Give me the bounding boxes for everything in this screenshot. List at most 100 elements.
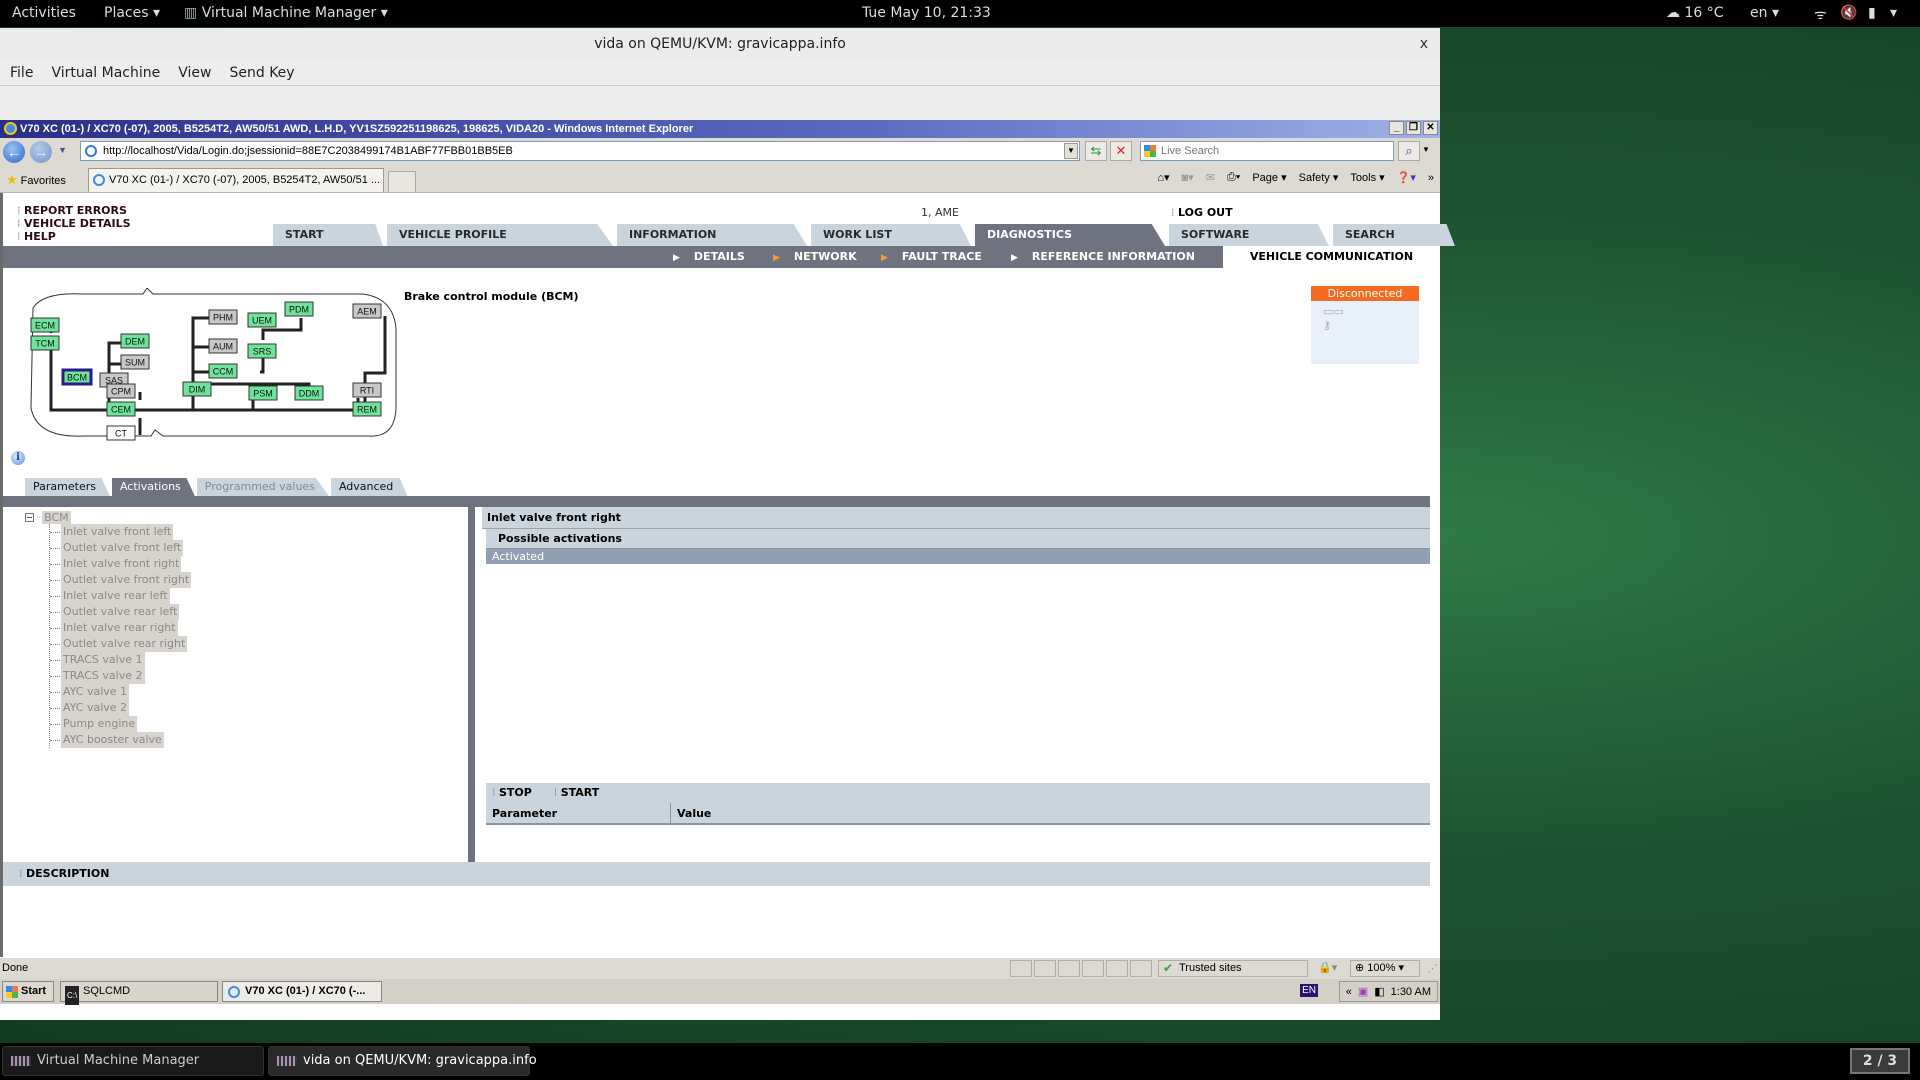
help-icon[interactable]: ❓▾ (1397, 171, 1416, 184)
page-menu[interactable]: Page ▾ (1252, 171, 1286, 184)
new-tab-button[interactable] (388, 171, 416, 192)
module-node-phm[interactable]: PHM (208, 309, 238, 325)
vm-window-titlebar[interactable]: vida on QEMU/KVM: gravicappa.info x (0, 28, 1440, 60)
window-list-vmm[interactable]: Virtual Machine Manager (2, 1046, 264, 1076)
security-zone[interactable]: Trusted sites (1158, 960, 1308, 977)
tree-item[interactable]: Outlet valve front left (50, 540, 191, 556)
battery-icon[interactable]: ▮ (1868, 5, 1876, 21)
show-hidden-icons[interactable]: « (1346, 986, 1352, 998)
tab-parameters[interactable]: Parameters (25, 478, 110, 496)
tree-item[interactable]: Inlet valve front right (50, 556, 191, 572)
tree-item[interactable]: AYC booster valve (50, 732, 191, 748)
subnav-fault-trace[interactable]: ▶ FAULT TRACE (881, 250, 982, 263)
xp-start-button[interactable]: Start (2, 981, 54, 1002)
subnav-reference-information[interactable]: ▶ REFERENCE INFORMATION (1011, 250, 1195, 263)
language-indicator[interactable]: en ▾ (1750, 5, 1779, 21)
module-node-cpm[interactable]: CPM (106, 383, 136, 399)
module-node-rem[interactable]: REM (352, 401, 382, 417)
rss-feed-icon[interactable]: ◙▾ (1182, 171, 1194, 184)
tab-software[interactable]: SOFTWARE (1169, 224, 1329, 246)
search-button[interactable]: ⌕ (1398, 141, 1420, 161)
module-node-aum[interactable]: AUM (208, 338, 238, 354)
subnav-network[interactable]: ▶ NETWORK (773, 250, 857, 263)
close-icon[interactable]: ✕ (1423, 121, 1438, 135)
tree-item[interactable]: AYC valve 2 (50, 700, 191, 716)
history-dropdown-icon[interactable]: ▼ (58, 145, 67, 155)
tab-diagnostics[interactable]: DIAGNOSTICS (975, 224, 1165, 246)
zoom-level[interactable]: ⊕ 100% ▾ (1350, 960, 1420, 977)
tree-root[interactable]: − ·· BCM (25, 511, 191, 524)
resize-grip-icon[interactable]: ⋰ (1427, 962, 1438, 975)
tree-item[interactable]: Outlet valve rear right (50, 636, 191, 652)
tray-media-icon[interactable]: ◧ (1374, 985, 1384, 998)
menu-file[interactable]: File (10, 65, 33, 81)
tree-item[interactable]: Inlet valve rear left (50, 588, 191, 604)
weather-indicator[interactable]: ☁ 16 °C (1666, 5, 1724, 21)
activities-button[interactable]: Activities (12, 5, 76, 21)
tree-item[interactable]: TRACS valve 1 (50, 652, 191, 668)
stop-button[interactable]: STOP (492, 786, 532, 799)
restore-icon[interactable]: ❐ (1406, 121, 1421, 135)
menu-send-key[interactable]: Send Key (229, 65, 294, 81)
module-node-sum[interactable]: SUM (120, 354, 150, 370)
mail-icon[interactable]: ✉ (1206, 171, 1215, 184)
guest-display[interactable]: V70 XC (01-) / XC70 (-07), 2005, B5254T2… (0, 120, 1455, 1020)
places-menu[interactable]: Places ▾ (104, 5, 160, 21)
clock[interactable]: Tue May 10, 21:33 (862, 5, 991, 21)
refresh-button[interactable]: ⇆ (1085, 141, 1107, 161)
start-button[interactable]: START (554, 786, 600, 799)
info-icon[interactable]: i (11, 451, 25, 465)
volume-muted-icon[interactable]: 🔇 (1840, 5, 1857, 21)
module-node-uem[interactable]: UEM (247, 312, 277, 328)
chevron-down-icon[interactable]: ▾ (1890, 5, 1897, 21)
help-link[interactable]: HELP (17, 230, 131, 243)
tree-item[interactable]: Inlet valve front left (50, 524, 191, 540)
tree-item[interactable]: TRACS valve 2 (50, 668, 191, 684)
logout-link[interactable]: LOG OUT (1171, 206, 1233, 219)
browser-tab[interactable]: V70 XC (01-) / XC70 (-07), 2005, B5254T2… (88, 168, 384, 192)
tree-item[interactable]: Outlet valve front right (50, 572, 192, 588)
live-search-input[interactable]: Live Search (1140, 141, 1394, 161)
tree-item[interactable]: AYC valve 1 (50, 684, 191, 700)
tab-vehicle-profile[interactable]: VEHICLE PROFILE (387, 224, 613, 246)
module-node-ct[interactable]: CT (106, 425, 136, 441)
report-errors-link[interactable]: REPORT ERRORS (17, 204, 131, 217)
back-button[interactable]: ← (3, 141, 25, 163)
minimize-icon[interactable]: _ (1389, 121, 1404, 135)
module-node-bcm[interactable]: BCM (61, 368, 93, 386)
language-bar[interactable]: EN (1300, 984, 1318, 997)
tab-information[interactable]: INFORMATION (617, 224, 807, 246)
safety-menu[interactable]: Safety ▾ (1299, 171, 1339, 184)
tab-start[interactable]: START (273, 224, 383, 246)
menu-view[interactable]: View (178, 65, 211, 81)
tab-advanced[interactable]: Advanced (330, 478, 408, 496)
favorites-button[interactable]: ★ Favorites (6, 172, 66, 188)
collapse-icon[interactable]: − (25, 513, 34, 522)
print-icon[interactable]: ⎙▾ (1227, 171, 1240, 184)
tree-item[interactable]: Pump engine (50, 716, 191, 732)
module-node-dem[interactable]: DEM (120, 333, 150, 349)
stop-button[interactable]: ✕ (1110, 141, 1132, 161)
tray-app-icon[interactable]: ▣ (1358, 985, 1368, 998)
module-node-ecm[interactable]: ECM (30, 317, 60, 333)
workspace-indicator[interactable]: 2 / 3 (1850, 1048, 1910, 1074)
app-menu[interactable]: ▥ Virtual Machine Manager ▾ (184, 5, 388, 21)
subnav-vehicle-communication[interactable]: VEHICLE COMMUNICATION (1223, 246, 1440, 268)
module-node-tcm[interactable]: TCM (30, 335, 60, 351)
taskbar-item-sqlcmd[interactable]: C:\ SQLCMD (60, 981, 218, 1005)
search-options-dropdown[interactable]: ▼ (1422, 145, 1430, 154)
ie-titlebar[interactable]: V70 XC (01-) / XC70 (-07), 2005, B5254T2… (0, 120, 1440, 138)
module-node-psm[interactable]: PSM (248, 385, 278, 401)
module-node-aem[interactable]: AEM (352, 303, 382, 319)
chevron-more-icon[interactable]: » (1428, 172, 1434, 184)
tab-work-list[interactable]: WORK LIST (811, 224, 971, 246)
tree-item[interactable]: Inlet valve rear right (50, 620, 191, 636)
tab-activations[interactable]: Activations (111, 478, 195, 496)
module-node-ccm[interactable]: CCM (208, 363, 238, 379)
close-icon[interactable]: x (1420, 28, 1428, 60)
protected-mode-icon[interactable]: 🔒▾ (1318, 961, 1337, 974)
window-list-vida[interactable]: vida on QEMU/KVM: gravicappa.info (268, 1046, 537, 1076)
tools-menu[interactable]: Tools ▾ (1350, 171, 1384, 184)
module-node-rti[interactable]: RTI (352, 382, 382, 398)
taskbar-item-ie[interactable]: V70 XC (01-) / XC70 (-... (222, 981, 382, 1002)
